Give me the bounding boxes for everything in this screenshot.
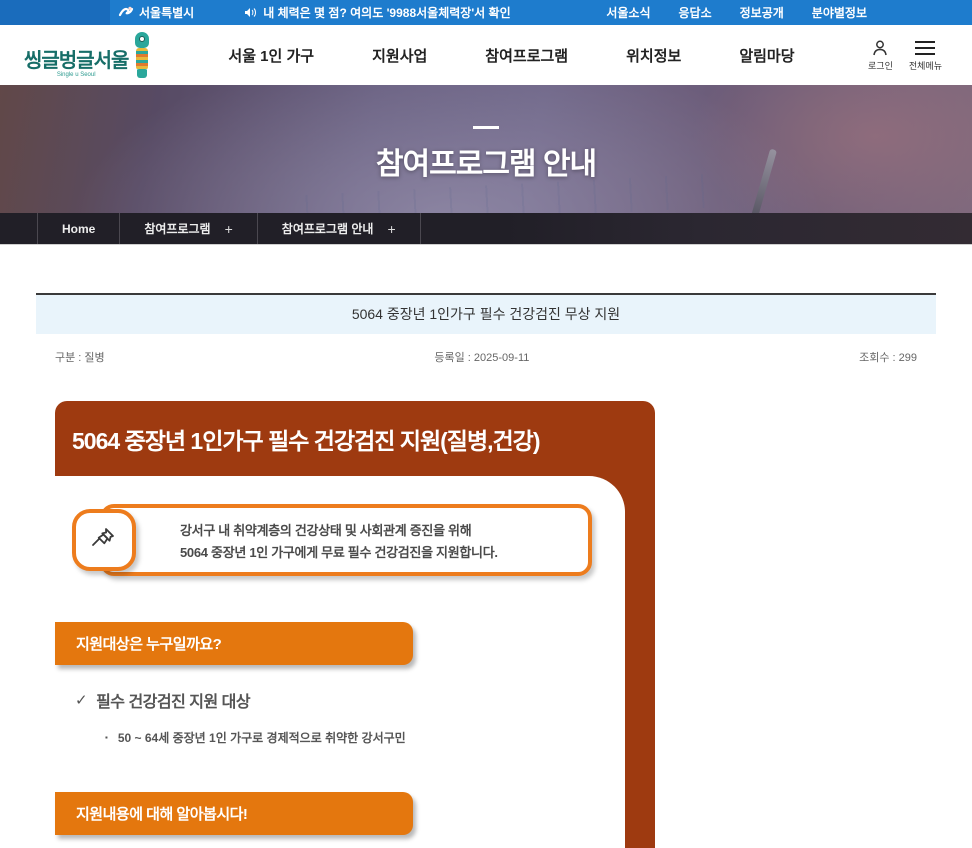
post-title-bar: 5064 중장년 1인가구 필수 건강검진 무상 지원 xyxy=(36,293,936,334)
section-target: 지원대상은 누구일까요? ✓ 필수 건강검진 지원 대상 ▪ 50 ~ 64세 … xyxy=(55,622,625,746)
section-target-header: 지원대상은 누구일까요? xyxy=(55,622,413,665)
all-menu-button[interactable]: 전체메뉴 xyxy=(909,39,942,72)
topbar-link-info-disclosure[interactable]: 정보공개 xyxy=(740,4,784,21)
site-header: 씽글벙글서울 Single u Seoul 서울 1인 가구 지원사업 참여프로… xyxy=(0,25,972,85)
breadcrumb-program-guide[interactable]: 참여프로그램 안내 + xyxy=(257,213,421,244)
hamburger-icon xyxy=(914,39,936,57)
page: 서울특별시 내 체력은 몇 점? 여의도 '9988서울체력장'서 확인 서울소… xyxy=(0,0,972,848)
section-benefits-header: 지원내용에 대해 알아봅시다! xyxy=(55,792,413,835)
topbar-links: 서울소식 응답소 정보공개 분야별정보 xyxy=(606,4,867,21)
post-date: 등록일 : 2025-09-11 xyxy=(434,349,529,365)
section-target-bullet-text: 50 ~ 64세 중장년 1인 가구로 경제적으로 취약한 강서구민 xyxy=(118,729,406,746)
section-target-subheading: ✓ 필수 건강검진 지원 대상 xyxy=(75,688,625,712)
pin-box xyxy=(72,509,136,571)
breadcrumb-home[interactable]: Home xyxy=(37,213,119,244)
program-card-body: 강서구 내 취약계층의 건강상태 및 사회관계 증진을 위해 5064 중장년 … xyxy=(55,476,625,848)
intro-callout: 강서구 내 취약계층의 건강상태 및 사회관계 증진을 위해 5064 중장년 … xyxy=(72,504,592,576)
program-card: 5064 중장년 1인가구 필수 건강검진 지원(질병,건강) xyxy=(55,401,655,848)
breadcrumb-participation-programs[interactable]: 참여프로그램 + xyxy=(119,213,256,244)
check-icon: ✓ xyxy=(75,691,87,709)
topbar-announcement-text: 내 체력은 몇 점? 여의도 '9988서울체력장'서 확인 xyxy=(263,4,510,21)
breadcrumb-home-label: Home xyxy=(62,222,95,236)
login-button[interactable]: 로그인 xyxy=(868,39,893,72)
speaker-icon xyxy=(244,7,257,18)
program-card-header: 5064 중장년 1인가구 필수 건강검진 지원(질병,건강) xyxy=(55,401,655,476)
site-logo[interactable]: 씽글벙글서울 Single u Seoul xyxy=(24,32,152,78)
seoul-city-link[interactable]: 서울특별시 xyxy=(118,4,194,21)
mascot-icon xyxy=(132,32,152,78)
section-target-subheading-text: 필수 건강검진 지원 대상 xyxy=(96,688,250,712)
nav-item-notice-board[interactable]: 알림마당 xyxy=(735,37,798,74)
intro-line2: 5064 중장년 1인 가구에게 무료 필수 건강검진을 지원합니다. xyxy=(180,542,588,561)
section-benefits: 지원내용에 대해 알아봅시다! ✓ 필수 건강검진 지원내용 xyxy=(55,792,625,848)
nav-item-location-info[interactable]: 위치정보 xyxy=(622,37,685,74)
main-nav: 서울 1인 가구 지원사업 참여프로그램 위치정보 알림마당 xyxy=(224,37,798,74)
section-target-bullet: ▪ 50 ~ 64세 중장년 1인 가구로 경제적으로 취약한 강서구민 xyxy=(105,729,625,746)
topbar-link-eungdapso[interactable]: 응답소 xyxy=(679,4,712,21)
plus-icon[interactable]: + xyxy=(225,221,233,237)
plus-icon[interactable]: + xyxy=(387,221,395,237)
post-meta: 구분 : 질병 등록일 : 2025-09-11 조회수 : 299 xyxy=(36,334,936,365)
intro-line1: 강서구 내 취약계층의 건강상태 및 사회관계 증진을 위해 xyxy=(180,520,588,539)
topbar-link-seoul-news[interactable]: 서울소식 xyxy=(606,4,650,21)
logo-subtitle: Single u Seoul xyxy=(24,72,128,78)
nav-item-support-programs[interactable]: 지원사업 xyxy=(368,37,431,74)
hero-dash xyxy=(473,126,499,129)
topbar-link-field-info[interactable]: 분야별정보 xyxy=(812,4,867,21)
topbar: 서울특별시 내 체력은 몇 점? 여의도 '9988서울체력장'서 확인 서울소… xyxy=(0,0,972,25)
page-title: 참여프로그램 안내 xyxy=(0,139,972,183)
login-label: 로그인 xyxy=(868,59,893,72)
bullet-icon: ▪ xyxy=(105,733,108,742)
intro-callout-box: 강서구 내 취약계층의 건강상태 및 사회관계 증진을 위해 5064 중장년 … xyxy=(100,504,592,576)
header-utils: 로그인 전체메뉴 xyxy=(868,39,942,72)
nav-item-seoul-single-household[interactable]: 서울 1인 가구 xyxy=(224,37,318,74)
post-title: 5064 중장년 1인가구 필수 건강검진 무상 지원 xyxy=(352,306,620,322)
seoul-logo-icon xyxy=(118,6,134,20)
content-area: 5064 중장년 1인가구 필수 건강검진 무상 지원 구분 : 질병 등록일 … xyxy=(0,245,972,848)
nav-item-participation-programs[interactable]: 참여프로그램 xyxy=(481,37,572,74)
post-category: 구분 : 질병 xyxy=(55,349,105,365)
program-card-title: 5064 중장년 1인가구 필수 건강검진 지원(질병,건강) xyxy=(72,422,540,456)
topbar-brand-label: 서울특별시 xyxy=(139,4,194,21)
breadcrumb: Home 참여프로그램 + 참여프로그램 안내 + xyxy=(0,213,972,245)
logo-title: 씽글벙글서울 xyxy=(24,51,128,71)
breadcrumb-item1-label: 참여프로그램 xyxy=(144,220,210,237)
breadcrumb-item2-label: 참여프로그램 안내 xyxy=(282,220,374,237)
all-menu-label: 전체메뉴 xyxy=(909,59,942,72)
logo-text: 씽글벙글서울 Single u Seoul xyxy=(24,51,128,78)
person-icon xyxy=(871,39,889,57)
topbar-announcement[interactable]: 내 체력은 몇 점? 여의도 '9988서울체력장'서 확인 xyxy=(244,4,510,21)
pushpin-icon xyxy=(87,521,121,560)
post-views: 조회수 : 299 xyxy=(859,349,917,365)
hero-banner: 참여프로그램 안내 xyxy=(0,85,972,213)
